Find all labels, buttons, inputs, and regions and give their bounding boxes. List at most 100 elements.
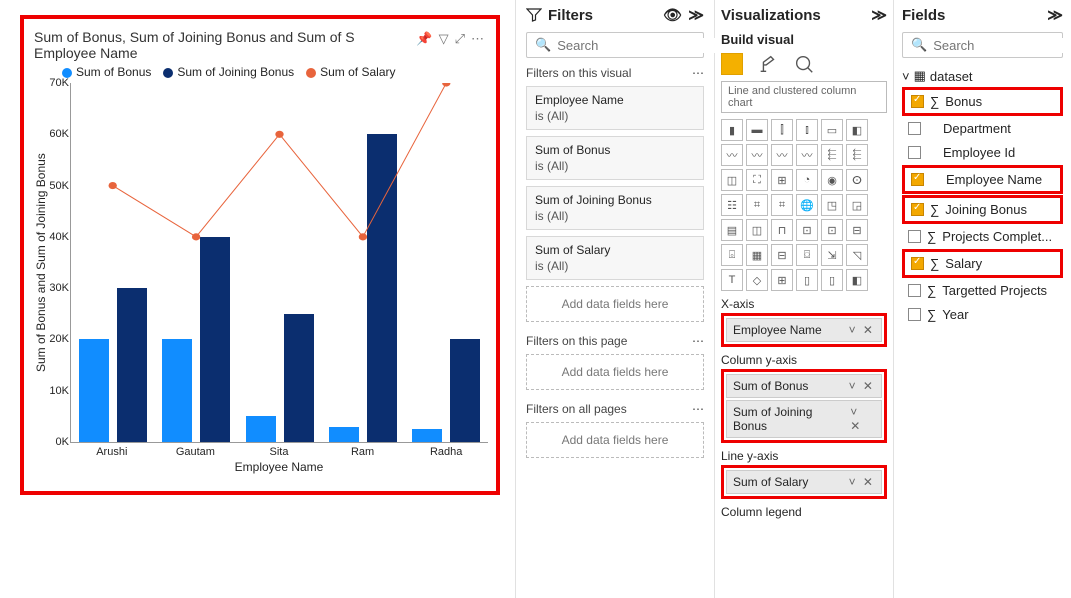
viz-type-option[interactable]: ◧ <box>846 269 868 291</box>
chart-visual[interactable]: 📌 ▽ ⤢ ⋯ Sum of Bonus, Sum of Joining Bon… <box>20 15 500 495</box>
viz-type-option[interactable]: ⊡ <box>796 219 818 241</box>
viz-type-option[interactable]: ⌼ <box>796 244 818 266</box>
viz-type-option[interactable]: ⊞ <box>771 269 793 291</box>
fields-search[interactable]: 🔍 <box>902 32 1063 58</box>
viz-type-option[interactable]: ◧ <box>846 119 868 141</box>
viz-type-option[interactable]: ◉ <box>821 169 843 191</box>
collapse-icon[interactable]: ≫ <box>688 6 704 24</box>
build-visual-label: Build visual <box>721 32 887 47</box>
focus-icon[interactable]: ⤢ <box>455 31 465 47</box>
report-canvas: 📌 ▽ ⤢ ⋯ Sum of Bonus, Sum of Joining Bon… <box>0 0 515 598</box>
checkbox[interactable] <box>908 284 921 297</box>
field-item[interactable]: ∑Salary <box>907 253 1058 274</box>
field-item[interactable]: Department <box>904 118 1061 139</box>
viz-type-option[interactable]: ⵙ <box>846 169 868 191</box>
checkbox[interactable] <box>911 203 924 216</box>
viz-type-option[interactable]: ◇ <box>746 269 768 291</box>
field-item[interactable]: ∑Year <box>904 304 1061 325</box>
field-item[interactable]: ∑Joining Bonus <box>907 199 1058 220</box>
add-fields-page[interactable]: Add data fields here <box>526 354 704 390</box>
filter-card[interactable]: Employee Nameis (All) <box>526 86 704 130</box>
search-icon: 🔍 <box>911 37 927 53</box>
viz-type-option[interactable]: 〰 <box>796 144 818 166</box>
viz-type-option[interactable]: ◹ <box>846 244 868 266</box>
fields-search-input[interactable] <box>933 38 1071 53</box>
viz-type-option[interactable]: ⌻ <box>721 244 743 266</box>
viz-type-option[interactable]: ⛶ <box>746 169 768 191</box>
viz-gallery: ▮▬⫿⫾▭◧〰〰〰〰⬱⬱◫⛶⊞◔◉ⵙ☷⌗⌗🌐◳◲▤◫⊓⊡⊡⊟⌻▦⊟⌼⇲◹T◇⊞▯… <box>721 119 887 291</box>
viz-type-option[interactable]: ▦ <box>746 244 768 266</box>
checkbox[interactable] <box>911 257 924 270</box>
x-axis-label: Employee Name <box>70 460 488 474</box>
viz-type-option[interactable]: ⊓ <box>771 219 793 241</box>
format-tab[interactable] <box>757 53 779 75</box>
field-label: Salary <box>945 256 982 271</box>
liney-well[interactable]: Sum of Salary˅ ✕ <box>721 465 887 499</box>
filter-card[interactable]: Sum of Joining Bonusis (All) <box>526 186 704 230</box>
checkbox[interactable] <box>908 122 921 135</box>
viz-type-option[interactable]: ⊟ <box>771 244 793 266</box>
checkbox[interactable] <box>911 173 924 186</box>
analytics-tab[interactable] <box>793 53 815 75</box>
viz-type-option[interactable]: ◫ <box>746 219 768 241</box>
viz-type-option[interactable]: ⊟ <box>846 219 868 241</box>
viz-type-option[interactable]: 🌐 <box>796 194 818 216</box>
filter-search[interactable]: 🔍 <box>526 32 704 58</box>
viz-type-option[interactable]: ⊡ <box>821 219 843 241</box>
viz-type-option[interactable]: ▯ <box>821 269 843 291</box>
add-fields-visual[interactable]: Add data fields here <box>526 286 704 322</box>
eye-icon[interactable]: 👁 <box>663 6 682 24</box>
viz-type-option[interactable]: 〰 <box>721 144 743 166</box>
collapse-icon[interactable]: ≫ <box>871 6 887 24</box>
field-item[interactable]: Employee Id <box>904 142 1061 163</box>
more-icon[interactable]: ⋯ <box>692 334 704 348</box>
filter-card[interactable]: Sum of Bonusis (All) <box>526 136 704 180</box>
filter-card[interactable]: Sum of Salaryis (All) <box>526 236 704 280</box>
checkbox[interactable] <box>908 146 921 159</box>
more-icon[interactable]: ⋯ <box>692 66 704 80</box>
coly-well[interactable]: Sum of Bonus˅ ✕ Sum of Joining Bonus˅ ✕ <box>721 369 887 443</box>
legend-dot-joining <box>163 68 173 78</box>
viz-type-option[interactable]: ⇲ <box>821 244 843 266</box>
viz-type-option[interactable]: ▮ <box>721 119 743 141</box>
add-fields-all[interactable]: Add data fields here <box>526 422 704 458</box>
viz-type-option[interactable]: ⊞ <box>771 169 793 191</box>
field-label: Joining Bonus <box>945 202 1027 217</box>
collapse-icon[interactable]: ≫ <box>1047 6 1063 24</box>
field-item[interactable]: ∑Targetted Projects <box>904 280 1061 301</box>
viz-type-option[interactable]: ▤ <box>721 219 743 241</box>
more-icon[interactable]: ⋯ <box>692 402 704 416</box>
viz-type-option[interactable]: ◲ <box>846 194 868 216</box>
viz-type-option[interactable]: ☷ <box>721 194 743 216</box>
viz-type-option[interactable]: ⌗ <box>746 194 768 216</box>
field-item[interactable]: Employee Name <box>907 169 1058 190</box>
viz-type-option[interactable]: 〰 <box>746 144 768 166</box>
viz-type-option[interactable]: ⫾ <box>796 119 818 141</box>
xaxis-well[interactable]: Employee Name˅ ✕ <box>721 313 887 347</box>
viz-type-option[interactable]: ◳ <box>821 194 843 216</box>
viz-type-option[interactable]: ◔ <box>796 169 818 191</box>
more-icon[interactable]: ⋯ <box>471 31 484 47</box>
viz-type-option[interactable]: ⫿ <box>771 119 793 141</box>
checkbox[interactable] <box>911 95 924 108</box>
pin-icon[interactable]: 📌 <box>416 31 432 47</box>
viz-type-option[interactable]: T <box>721 269 743 291</box>
filters-title: Filters <box>548 7 593 24</box>
filter-icon[interactable]: ▽ <box>439 31 449 47</box>
field-item[interactable]: ∑Bonus <box>907 91 1058 112</box>
viz-type-option[interactable]: ⬱ <box>821 144 843 166</box>
field-label: Department <box>943 121 1011 136</box>
viz-type-option[interactable]: ▯ <box>796 269 818 291</box>
viz-type-option[interactable]: ⬱ <box>846 144 868 166</box>
viz-type-option[interactable]: ⌗ <box>771 194 793 216</box>
filter-search-input[interactable] <box>557 38 733 53</box>
viz-type-option[interactable]: ◫ <box>721 169 743 191</box>
dataset-root[interactable]: ˅ ▦ dataset <box>902 66 1063 86</box>
build-tab[interactable] <box>721 53 743 75</box>
viz-type-option[interactable]: ▭ <box>821 119 843 141</box>
viz-type-option[interactable]: ▬ <box>746 119 768 141</box>
checkbox[interactable] <box>908 230 921 243</box>
checkbox[interactable] <box>908 308 921 321</box>
field-item[interactable]: ∑Projects Complet... <box>904 226 1061 247</box>
viz-type-option[interactable]: 〰 <box>771 144 793 166</box>
